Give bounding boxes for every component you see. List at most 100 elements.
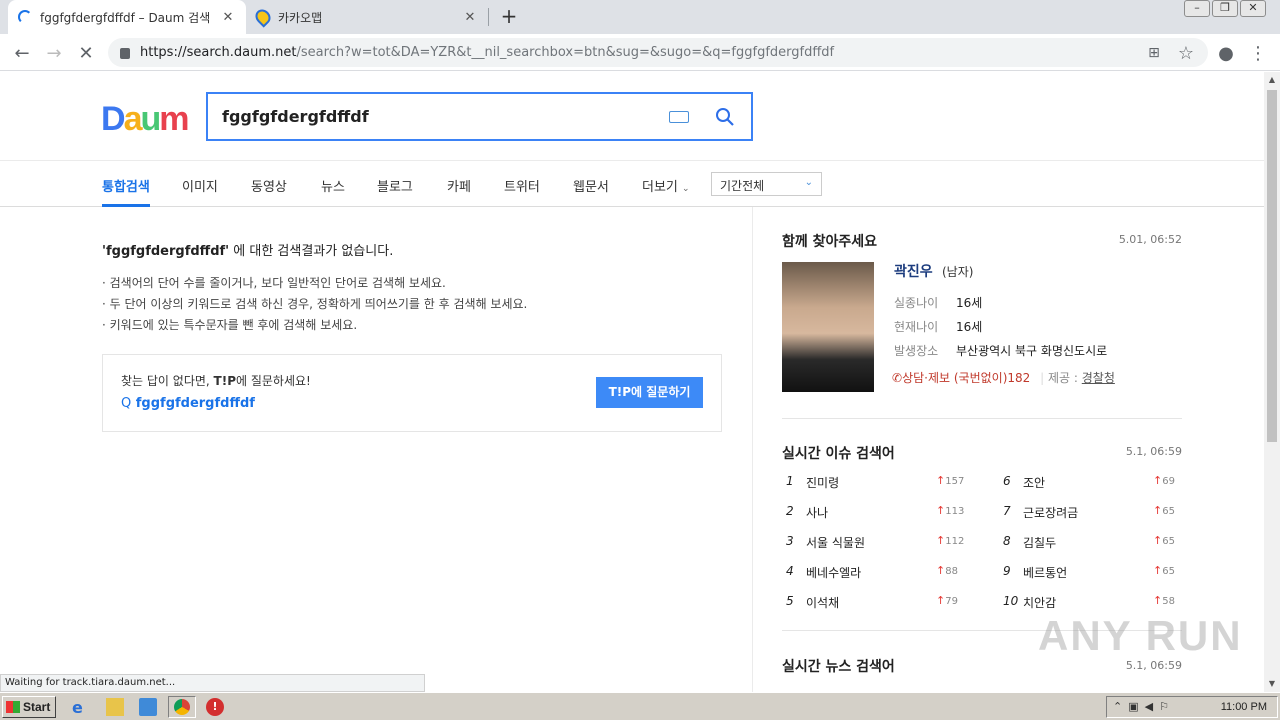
rank-number: 6 xyxy=(1003,474,1011,488)
period-select[interactable]: 기간전체 ⌄ xyxy=(711,172,822,196)
list-item[interactable]: 1 진미령 ↑157 xyxy=(786,474,966,492)
close-icon[interactable]: ✕ xyxy=(220,9,236,25)
list-item[interactable]: 10 치안감 ↑58 xyxy=(1003,594,1181,612)
list-item[interactable]: 8 김칠두 ↑65 xyxy=(1003,534,1181,552)
translate-icon[interactable]: ⊞ xyxy=(1142,41,1166,65)
list-item[interactable]: 5 이석채 ↑79 xyxy=(786,594,966,612)
rank-change: ↑112 xyxy=(936,534,965,547)
rank-keyword[interactable]: 조안 xyxy=(1023,474,1045,491)
no-result-section: 'fggfgfdergfdffdf' 에 대한 검색결과가 없습니다. · 검색… xyxy=(102,240,722,336)
tab-image[interactable]: 이미지 xyxy=(182,176,218,195)
scrollbar-thumb[interactable] xyxy=(1267,90,1277,442)
start-button[interactable]: Start xyxy=(2,696,56,718)
tip-query-link[interactable]: Q fggfgfdergfdffdf xyxy=(121,396,255,411)
rank-keyword[interactable]: 베르통언 xyxy=(1023,564,1067,581)
tab-web[interactable]: 웹문서 xyxy=(573,176,609,195)
daum-logo[interactable]: Daum xyxy=(101,100,190,139)
list-item[interactable]: 9 베르통언 ↑65 xyxy=(1003,564,1181,582)
search-input[interactable]: fggfgfdergfdffdf xyxy=(222,107,669,126)
address-bar[interactable]: https://search.daum.net/search?w=tot&DA=… xyxy=(108,38,1208,67)
missing-person-name[interactable]: 곽진우 xyxy=(894,261,933,281)
menu-dots-icon[interactable]: ⋮ xyxy=(1246,41,1270,65)
chevron-down-icon: ⌄ xyxy=(804,177,813,188)
tab-video[interactable]: 동영상 xyxy=(251,176,287,195)
rank-number: 9 xyxy=(1003,564,1011,578)
rank-keyword[interactable]: 베네수엘라 xyxy=(806,564,861,581)
tab-blog[interactable]: 블로그 xyxy=(377,176,413,195)
tray-icons: ⌃▣◀⚐ xyxy=(1113,700,1175,713)
alert-icon[interactable]: ! xyxy=(206,698,224,716)
ie-icon[interactable]: e xyxy=(72,698,90,717)
up-arrow-icon: ↑ xyxy=(1153,474,1163,487)
star-icon[interactable]: ☆ xyxy=(1174,41,1198,65)
tab-daum-search[interactable]: fggfgfdergfdffdf – Daum 검색 ✕ xyxy=(8,0,246,34)
rank-number: 5 xyxy=(786,594,794,608)
list-item[interactable]: 2 사나 ↑113 xyxy=(786,504,966,522)
back-arrow-icon[interactable]: ← xyxy=(10,41,34,65)
rank-keyword[interactable]: 이석채 xyxy=(806,594,839,611)
rank-change: ↑79 xyxy=(936,594,958,607)
tab-news[interactable]: 뉴스 xyxy=(321,176,345,195)
clock: 11:00 PM xyxy=(1220,701,1267,713)
source-link[interactable]: 경찰청 xyxy=(1082,371,1115,385)
close-window-button[interactable]: ✕ xyxy=(1240,0,1266,17)
rank-change: ↑65 xyxy=(1153,564,1175,577)
divider xyxy=(782,418,1182,419)
rank-number: 8 xyxy=(1003,534,1011,548)
rank-number: 3 xyxy=(786,534,794,548)
rank-keyword[interactable]: 치안감 xyxy=(1023,594,1056,611)
tab-twitter[interactable]: 트위터 xyxy=(504,176,540,195)
minimize-button[interactable]: – xyxy=(1184,0,1210,17)
stop-loading-icon[interactable]: ✕ xyxy=(74,41,98,65)
search-icon: Q xyxy=(121,396,132,411)
tab-strip: fggfgfdergfdffdf – Daum 검색 ✕ 카카오맵 ✕ + – … xyxy=(0,0,1280,34)
list-item[interactable]: 7 근로장려금 ↑65 xyxy=(1003,504,1181,522)
restore-button[interactable]: ❐ xyxy=(1212,0,1238,17)
tab-more[interactable]: 더보기 ⌄ xyxy=(642,176,690,195)
search-icon[interactable] xyxy=(715,107,735,127)
close-icon[interactable]: ✕ xyxy=(462,9,478,25)
tab-cafe[interactable]: 카페 xyxy=(447,176,471,195)
new-tab-button[interactable]: + xyxy=(498,6,520,28)
rank-keyword[interactable]: 김칠두 xyxy=(1023,534,1056,551)
scroll-up-icon[interactable]: ▲ xyxy=(1264,72,1280,88)
account-icon[interactable]: ● xyxy=(1214,41,1238,65)
browser-toolbar: ← → ✕ https://search.daum.net/search?w=t… xyxy=(0,34,1280,71)
info-row: 발생장소 부산광역시 북구 화명신도시로 xyxy=(894,344,1108,358)
list-item[interactable]: 6 조안 ↑69 xyxy=(1003,474,1181,492)
no-result-heading: 'fggfgfdergfdffdf' 에 대한 검색결과가 없습니다. xyxy=(102,244,394,259)
rank-change: ↑113 xyxy=(936,504,965,517)
rank-keyword[interactable]: 사나 xyxy=(806,504,828,521)
watermark-logo: ANY RUN xyxy=(1038,612,1243,659)
media-player-icon[interactable] xyxy=(139,698,157,716)
rank-change: ↑58 xyxy=(1153,594,1175,607)
tab-kakaomap[interactable]: 카카오맵 ✕ xyxy=(246,0,488,34)
issue-section-title: 실시간 이슈 검색어 xyxy=(782,446,895,462)
list-item[interactable]: 4 베네수엘라 ↑88 xyxy=(786,564,966,582)
window-controls: – ❐ ✕ xyxy=(1182,0,1266,18)
page-scrollbar[interactable]: ▲ ▼ xyxy=(1264,72,1280,692)
rank-change: ↑157 xyxy=(936,474,965,487)
status-bar: Waiting for track.tiara.daum.net... xyxy=(0,674,425,692)
scroll-down-icon[interactable]: ▼ xyxy=(1264,676,1280,692)
rank-number: 7 xyxy=(1003,504,1011,518)
missing-person-photo[interactable] xyxy=(782,262,874,392)
rank-keyword[interactable]: 근로장려금 xyxy=(1023,504,1078,521)
tip-ask-button[interactable]: T!P에 질문하기 xyxy=(596,377,703,408)
system-tray: ⌃▣◀⚐ 11:00 PM xyxy=(1106,696,1278,718)
column-divider xyxy=(752,207,753,692)
tab-integrated[interactable]: 통합검색 xyxy=(102,176,150,195)
info-row: 실종나이 16세 xyxy=(894,296,983,310)
list-item[interactable]: 3 서울 식물원 ↑112 xyxy=(786,534,966,552)
list-item: · 검색어의 단어 수를 줄이거나, 보다 일반적인 단어로 검색해 보세요. xyxy=(102,276,446,290)
info-row: 현재나이 16세 xyxy=(894,320,983,334)
forward-arrow-icon[interactable]: → xyxy=(42,41,66,65)
rank-keyword[interactable]: 진미령 xyxy=(806,474,839,491)
map-pin-icon xyxy=(252,6,274,28)
chrome-taskbar-button[interactable] xyxy=(168,696,196,718)
up-arrow-icon: ↑ xyxy=(1153,564,1163,577)
keyboard-icon[interactable] xyxy=(669,110,689,123)
folder-icon[interactable] xyxy=(106,698,124,716)
tip-prompt: 찾는 답이 없다면, T!P에 질문하세요! xyxy=(121,374,311,388)
rank-keyword[interactable]: 서울 식물원 xyxy=(806,534,865,551)
